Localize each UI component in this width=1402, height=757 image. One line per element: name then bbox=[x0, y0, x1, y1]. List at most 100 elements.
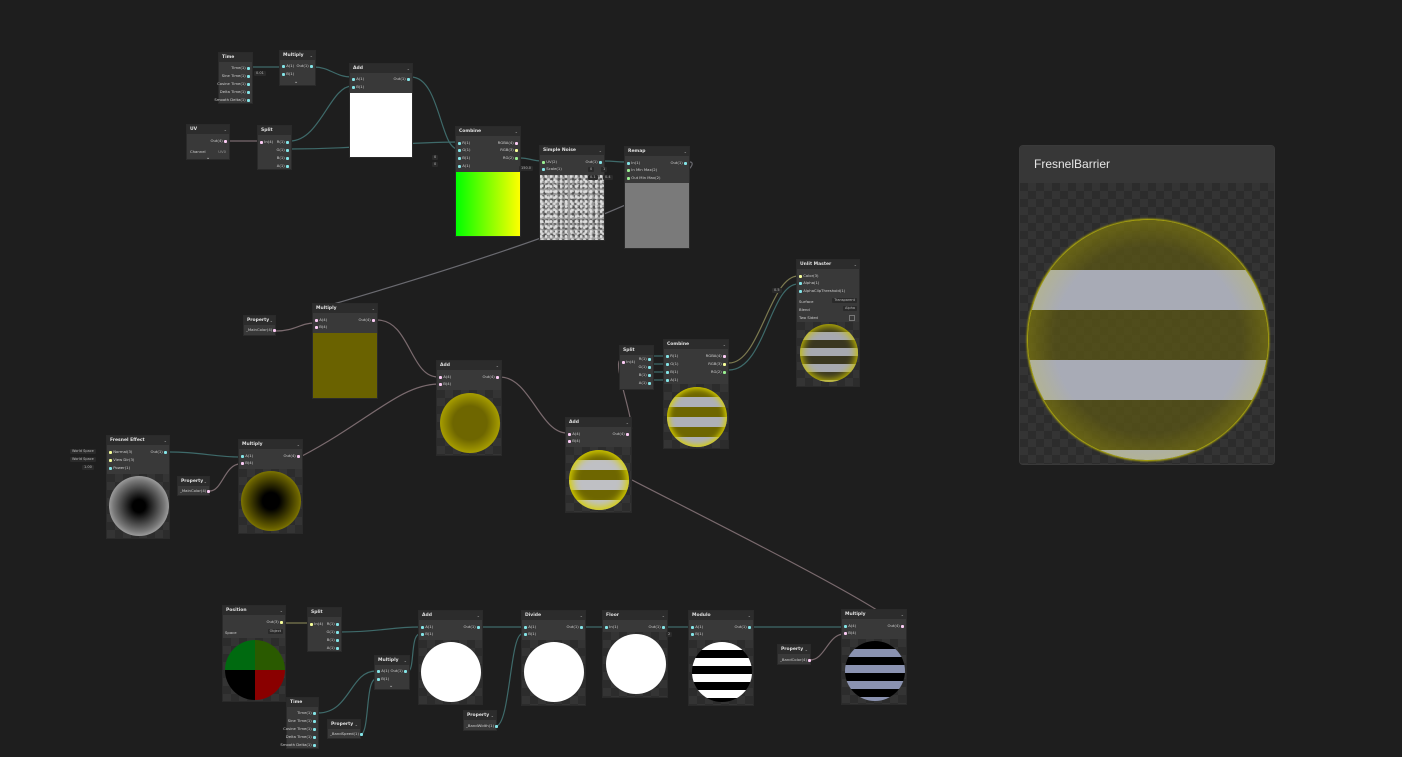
port-dot[interactable] bbox=[524, 626, 527, 629]
chevron-down-icon[interactable]: ⌄ bbox=[854, 260, 857, 269]
port-dot[interactable] bbox=[808, 659, 811, 662]
input-value-field[interactable]: 150.0 bbox=[519, 166, 533, 171]
chevron-down-icon[interactable]: ⌄ bbox=[805, 645, 808, 654]
port-dot[interactable] bbox=[280, 621, 283, 624]
input-value-field[interactable]: 2 bbox=[666, 632, 672, 637]
chevron-down-icon[interactable]: ⌄ bbox=[626, 418, 629, 427]
chevron-down-icon[interactable]: ⌄ bbox=[477, 611, 480, 620]
divide-node[interactable]: Divide⌄ A(1) B(1) Out(1) bbox=[521, 610, 586, 706]
input-value-field[interactable]: 0 bbox=[432, 162, 438, 167]
port-dot[interactable] bbox=[282, 65, 285, 68]
time-node[interactable]: Time Time(1) Sine Time(1) Cosine Time(1)… bbox=[286, 697, 319, 749]
chevron-down-icon[interactable]: ⌄ bbox=[599, 146, 602, 155]
port-dot[interactable] bbox=[260, 141, 263, 144]
port-dot[interactable] bbox=[580, 626, 583, 629]
multiply-node[interactable]: Multiply⌄ A(1) B(1) Out(1) ⌄ bbox=[279, 50, 316, 86]
port-dot[interactable] bbox=[515, 149, 518, 152]
modulo-node[interactable]: Modulo⌄ A(1) B(1) Out(1) bbox=[688, 610, 754, 706]
chevron-down-icon[interactable]: ⌄ bbox=[297, 440, 300, 449]
add-node[interactable]: Add⌄ A(1) B(1) Out(1) bbox=[349, 63, 413, 158]
input-value-field[interactable]: 1 bbox=[601, 167, 607, 172]
port-dot[interactable] bbox=[336, 623, 339, 626]
port-dot[interactable] bbox=[496, 376, 499, 379]
port-dot[interactable] bbox=[439, 383, 442, 386]
split-node[interactable]: Split In(4) R(1) G(1) B(1) A(1) bbox=[257, 125, 292, 170]
multiply-node[interactable]: Multiply⌄ A(4) B(4) Out(4) bbox=[312, 303, 378, 399]
port-dot[interactable] bbox=[286, 165, 289, 168]
port-dot[interactable] bbox=[310, 623, 313, 626]
port-dot[interactable] bbox=[799, 282, 802, 285]
port-dot[interactable] bbox=[109, 459, 112, 462]
chevron-down-icon[interactable]: ⌄ bbox=[901, 610, 904, 619]
port-dot[interactable] bbox=[241, 462, 244, 465]
port-dot[interactable] bbox=[421, 626, 424, 629]
remap-node[interactable]: Remap⌄ In(1) In Min Max(2) Out Min Max(2… bbox=[624, 146, 690, 249]
port-dot[interactable] bbox=[458, 149, 461, 152]
time-node[interactable]: Time Time(1) Sine Time(1) Cosine Time(1)… bbox=[218, 52, 253, 104]
position-node[interactable]: Position⌄ Out(3) Space Object bbox=[222, 605, 286, 702]
space-dropdown[interactable]: Object bbox=[268, 629, 283, 634]
input-value-field[interactable]: 0 bbox=[588, 167, 594, 172]
port-dot[interactable] bbox=[207, 490, 210, 493]
port-dot[interactable] bbox=[336, 647, 339, 650]
port-dot[interactable] bbox=[458, 142, 461, 145]
main-preview-viewport[interactable] bbox=[1020, 183, 1274, 464]
port-dot[interactable] bbox=[273, 329, 276, 332]
property-node[interactable]: Property⌄ _BandSpeed(1) bbox=[327, 719, 361, 739]
port-dot[interactable] bbox=[282, 73, 285, 76]
port-dot[interactable] bbox=[109, 451, 112, 454]
chevron-down-icon[interactable]: ⌄ bbox=[164, 436, 167, 445]
chevron-down-icon[interactable]: ⌄ bbox=[404, 656, 407, 665]
port-dot[interactable] bbox=[313, 712, 316, 715]
port-dot[interactable] bbox=[336, 631, 339, 634]
port-dot[interactable] bbox=[247, 67, 250, 70]
port-dot[interactable] bbox=[666, 371, 669, 374]
main-preview-window[interactable]: FresnelBarrier bbox=[1019, 145, 1275, 465]
port-dot[interactable] bbox=[439, 376, 442, 379]
port-dot[interactable] bbox=[723, 371, 726, 374]
port-dot[interactable] bbox=[799, 290, 802, 293]
chevron-down-icon[interactable]: ⌄ bbox=[515, 127, 518, 136]
port-dot[interactable] bbox=[372, 319, 375, 322]
port-dot[interactable] bbox=[313, 744, 316, 747]
port-dot[interactable] bbox=[247, 91, 250, 94]
uv-node[interactable]: UV⌄ Out(4) Channel UV0 ⌄ bbox=[186, 124, 230, 160]
port-dot[interactable] bbox=[495, 725, 498, 728]
port-dot[interactable] bbox=[627, 162, 630, 165]
chevron-down-icon[interactable]: ⌄ bbox=[684, 147, 687, 156]
chevron-down-icon[interactable]: ⌄ bbox=[270, 316, 273, 325]
port-dot[interactable] bbox=[662, 626, 665, 629]
two-sided-checkbox[interactable] bbox=[849, 315, 855, 321]
port-dot[interactable] bbox=[626, 433, 629, 436]
add-node[interactable]: Add⌄ A(1) B(1) Out(1) bbox=[418, 610, 483, 705]
port-dot[interactable] bbox=[901, 625, 904, 628]
port-dot[interactable] bbox=[458, 165, 461, 168]
port-dot[interactable] bbox=[360, 733, 363, 736]
dropdown-value[interactable]: UV0 bbox=[218, 149, 226, 154]
port-dot[interactable] bbox=[666, 355, 669, 358]
port-dot[interactable] bbox=[109, 467, 112, 470]
multiply-node[interactable]: Multiply⌄ A(1) B(4) Out(4) bbox=[238, 439, 303, 534]
port-dot[interactable] bbox=[286, 141, 289, 144]
multiply-node[interactable]: Multiply⌄ A(1) B(1) Out(1) ⌄ bbox=[374, 655, 410, 690]
port-dot[interactable] bbox=[286, 149, 289, 152]
shader-graph-canvas[interactable]: Time Time(1) Sine Time(1) Cosine Time(1)… bbox=[0, 0, 1402, 757]
port-dot[interactable] bbox=[515, 157, 518, 160]
chevron-down-icon[interactable]: ⌄ bbox=[310, 51, 313, 60]
input-value-field[interactable]: 0 bbox=[432, 155, 438, 160]
add-node[interactable]: Add⌄ A(4) B(4) Out(4) bbox=[436, 360, 502, 456]
port-dot[interactable] bbox=[310, 65, 313, 68]
property-node[interactable]: Property⌄ _BandColor(4) bbox=[777, 644, 811, 665]
port-dot[interactable] bbox=[407, 78, 410, 81]
port-dot[interactable] bbox=[684, 162, 687, 165]
chevron-down-icon[interactable]: ⌄ bbox=[662, 611, 665, 620]
add-node[interactable]: Add⌄ A(4) B(4) Out(4) bbox=[565, 417, 632, 513]
split-node[interactable]: Split In(4) R(1) G(1) B(1) A(1) bbox=[307, 607, 342, 652]
port-dot[interactable] bbox=[421, 633, 424, 636]
fresnel-effect-node[interactable]: Fresnel Effect⌄ Normal(3) View Dir(3) Po… bbox=[106, 435, 170, 539]
chevron-down-icon[interactable]: ⌄ bbox=[294, 79, 298, 85]
port-dot[interactable] bbox=[666, 363, 669, 366]
port-dot[interactable] bbox=[247, 83, 250, 86]
combine-node[interactable]: Combine⌄ R(1) G(1) B(1) A(1) RGBA(4) RGB… bbox=[455, 126, 521, 237]
port-dot[interactable] bbox=[352, 86, 355, 89]
